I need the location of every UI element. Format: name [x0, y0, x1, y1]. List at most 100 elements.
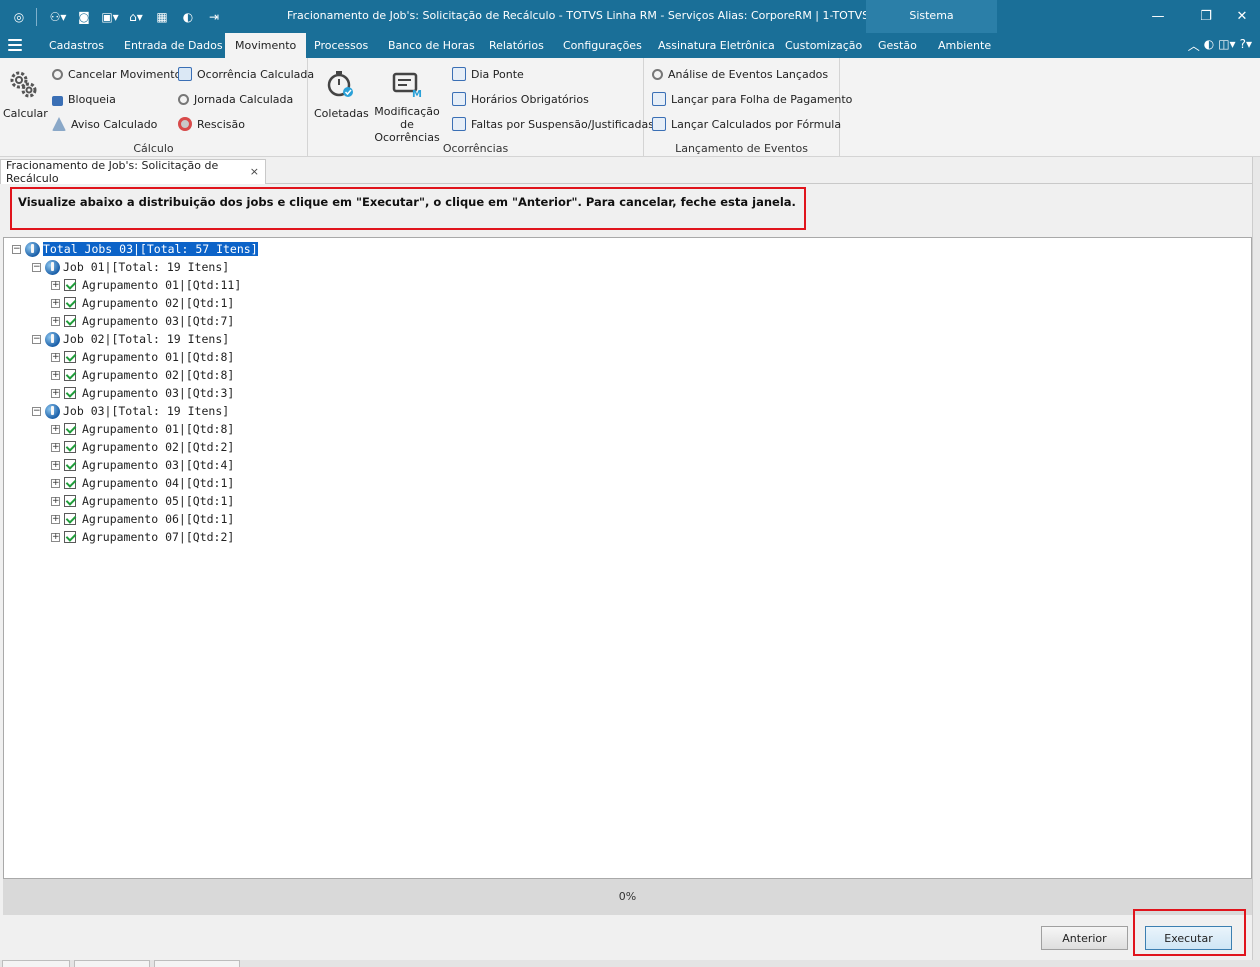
dashboard-icon[interactable]: ▣▾ — [99, 6, 121, 28]
expand-icon[interactable]: + — [51, 352, 60, 362]
analise-eventos-button[interactable]: Análise de Eventos Lançados — [652, 64, 828, 84]
job-label[interactable]: Job 01|[Total: 19 Itens] — [63, 260, 229, 274]
expand-icon[interactable]: + — [51, 298, 60, 308]
bottom-tab[interactable] — [74, 960, 150, 967]
checkbox[interactable] — [64, 279, 76, 291]
item-label[interactable]: Agrupamento 03|[Qtd:4] — [82, 458, 234, 472]
collapse-ribbon-icon[interactable]: ︿ — [1188, 37, 1200, 54]
expand-icon[interactable]: + — [51, 514, 60, 524]
item-label[interactable]: Agrupamento 03|[Qtd:3] — [82, 386, 234, 400]
faltas-suspensao-button[interactable]: Faltas por Suspensão/Justificadas — [452, 114, 654, 134]
collapse-icon[interactable]: − — [32, 262, 41, 272]
jobs-tree[interactable]: − Total Jobs 03|[Total: 57 Itens] − Job … — [3, 237, 1252, 879]
bloqueia-button[interactable]: Bloqueia — [52, 89, 116, 109]
item-label[interactable]: Agrupamento 02|[Qtd:8] — [82, 368, 234, 382]
calcular-button[interactable]: Calcular — [3, 68, 48, 120]
menu-icon[interactable] — [8, 39, 22, 53]
tab-assinatura-eletronica[interactable]: Assinatura Eletrônica — [658, 33, 775, 58]
checkbox[interactable] — [64, 315, 76, 327]
item-label[interactable]: Agrupamento 02|[Qtd:1] — [82, 296, 234, 310]
dia-ponte-button[interactable]: Dia Ponte — [452, 64, 524, 84]
item-label[interactable]: Agrupamento 01|[Qtd:8] — [82, 350, 234, 364]
job-label[interactable]: Job 02|[Total: 19 Itens] — [63, 332, 229, 346]
checkbox[interactable] — [64, 459, 76, 471]
item-label[interactable]: Agrupamento 01|[Qtd:11] — [82, 278, 241, 292]
tab-customizacao[interactable]: Customização — [785, 33, 862, 58]
tree-item-node[interactable]: + Agrupamento 02|[Qtd:1] — [51, 294, 234, 312]
tab-ambiente[interactable]: Ambiente — [938, 33, 991, 58]
tree-item-node[interactable]: + Agrupamento 03|[Qtd:3] — [51, 384, 234, 402]
tab-processos[interactable]: Processos — [314, 33, 368, 58]
tree-item-node[interactable]: + Agrupamento 03|[Qtd:4] — [51, 456, 234, 474]
tree-item-node[interactable]: + Agrupamento 04|[Qtd:1] — [51, 474, 234, 492]
tree-root-label[interactable]: Total Jobs 03|[Total: 57 Itens] — [42, 241, 259, 257]
tab-cadastros[interactable]: Cadastros — [49, 33, 104, 58]
tab-relatorios[interactable]: Relatórios — [489, 33, 544, 58]
home-icon[interactable]: ⌂▾ — [125, 6, 147, 28]
lancar-folha-button[interactable]: Lançar para Folha de Pagamento — [652, 89, 852, 109]
globe-icon[interactable]: ◐ — [177, 6, 199, 28]
cancelar-movimento-button[interactable]: Cancelar Movimento — [52, 64, 181, 84]
job-label[interactable]: Job 03|[Total: 19 Itens] — [63, 404, 229, 418]
layout-icon[interactable]: ◫▾ — [1218, 37, 1235, 54]
item-label[interactable]: Agrupamento 02|[Qtd:2] — [82, 440, 234, 454]
tab-banco-de-horas[interactable]: Banco de Horas — [388, 33, 475, 58]
item-label[interactable]: Agrupamento 01|[Qtd:8] — [82, 422, 234, 436]
bottom-tab[interactable] — [154, 960, 240, 967]
tab-gestao[interactable]: Gestão — [878, 33, 917, 58]
item-label[interactable]: Agrupamento 05|[Qtd:1] — [82, 494, 234, 508]
item-label[interactable]: Agrupamento 07|[Qtd:2] — [82, 530, 234, 544]
view-icon[interactable]: ◙ — [73, 6, 95, 28]
rescisao-button[interactable]: Rescisão — [178, 114, 245, 134]
expand-icon[interactable]: + — [51, 496, 60, 506]
expand-icon[interactable]: + — [51, 424, 60, 434]
expand-icon[interactable]: + — [51, 370, 60, 380]
tree-item-node[interactable]: + Agrupamento 01|[Qtd:8] — [51, 348, 234, 366]
aviso-calculado-button[interactable]: Aviso Calculado — [52, 114, 157, 134]
checkbox[interactable] — [64, 297, 76, 309]
close-icon[interactable]: × — [250, 165, 259, 178]
tree-job-node[interactable]: − Job 02|[Total: 19 Itens] — [32, 330, 229, 348]
expand-icon[interactable]: + — [51, 316, 60, 326]
horarios-obrigatorios-button[interactable]: Horários Obrigatórios — [452, 89, 589, 109]
item-label[interactable]: Agrupamento 06|[Qtd:1] — [82, 512, 234, 526]
tab-configuracoes[interactable]: Configurações — [563, 33, 642, 58]
tree-item-node[interactable]: + Agrupamento 02|[Qtd:2] — [51, 438, 234, 456]
tree-job-node[interactable]: − Job 03|[Total: 19 Itens] — [32, 402, 229, 420]
expand-icon[interactable]: + — [51, 532, 60, 542]
collapse-icon[interactable]: − — [32, 334, 41, 344]
tree-item-node[interactable]: + Agrupamento 01|[Qtd:11] — [51, 276, 241, 294]
coletadas-button[interactable]: Coletadas — [314, 68, 369, 120]
tab-movimento[interactable]: Movimento — [225, 33, 307, 58]
restore-button[interactable]: ❐ — [1193, 6, 1219, 26]
close-button[interactable]: ✕ — [1229, 6, 1255, 26]
tree-item-node[interactable]: + Agrupamento 05|[Qtd:1] — [51, 492, 234, 510]
checkbox[interactable] — [64, 531, 76, 543]
help-icon[interactable]: ?▾ — [1240, 37, 1252, 54]
expand-icon[interactable]: + — [51, 478, 60, 488]
tree-item-node[interactable]: + Agrupamento 07|[Qtd:2] — [51, 528, 234, 546]
org-chart-icon[interactable]: ⚇▾ — [47, 6, 69, 28]
tree-item-node[interactable]: + Agrupamento 03|[Qtd:7] — [51, 312, 234, 330]
minimize-button[interactable]: — — [1145, 6, 1171, 26]
tab-entrada-de-dados[interactable]: Entrada de Dados — [124, 33, 223, 58]
totvs-logo-icon[interactable]: ◎ — [8, 6, 30, 28]
globe-icon[interactable]: ◐ — [1204, 37, 1214, 54]
checkbox[interactable] — [64, 495, 76, 507]
bottom-tab[interactable] — [2, 960, 70, 967]
checkbox[interactable] — [64, 351, 76, 363]
calculator-icon[interactable]: ▦ — [151, 6, 173, 28]
item-label[interactable]: Agrupamento 04|[Qtd:1] — [82, 476, 234, 490]
ocorrencia-calculada-button[interactable]: Ocorrência Calculada — [178, 64, 314, 84]
tree-item-node[interactable]: + Agrupamento 01|[Qtd:8] — [51, 420, 234, 438]
checkbox[interactable] — [64, 387, 76, 399]
expand-icon[interactable]: + — [51, 388, 60, 398]
expand-icon[interactable]: + — [51, 442, 60, 452]
exit-icon[interactable]: ⇥ — [203, 6, 225, 28]
jornada-calculada-button[interactable]: Jornada Calculada — [178, 89, 293, 109]
anterior-button[interactable]: Anterior — [1041, 926, 1128, 950]
checkbox[interactable] — [64, 369, 76, 381]
lancar-calculados-button[interactable]: Lançar Calculados por Fórmula — [652, 114, 841, 134]
collapse-icon[interactable]: − — [32, 406, 41, 416]
tree-item-node[interactable]: + Agrupamento 06|[Qtd:1] — [51, 510, 234, 528]
